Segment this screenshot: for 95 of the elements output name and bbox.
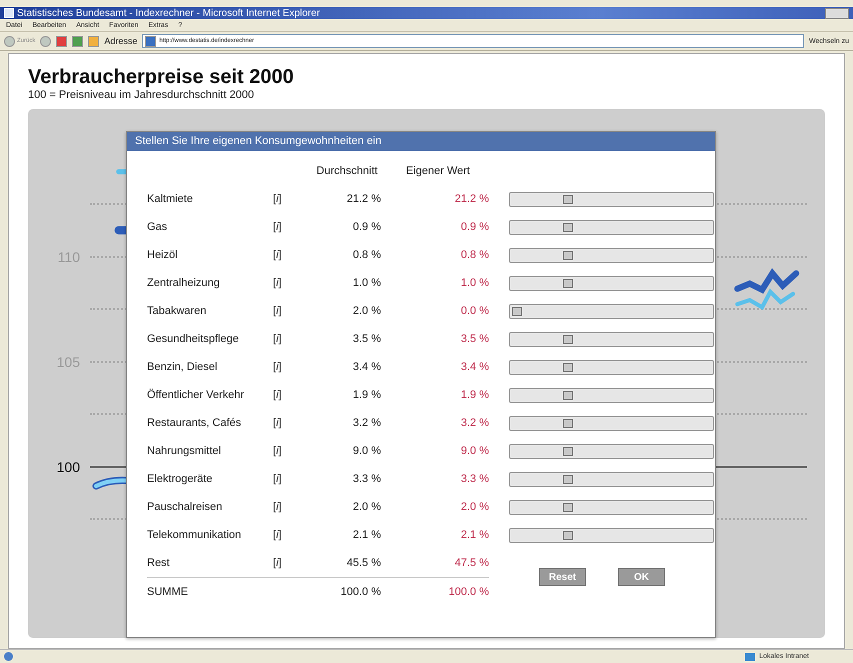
slider-thumb[interactable] [563,334,574,344]
average-value: 1.9 % [352,389,382,401]
slider-thumb[interactable] [563,446,574,456]
info-link[interactable]: [i] [273,277,307,289]
own-value: 2.1 % [460,529,489,541]
dialog-title: Stellen Sie Ihre eigenen Konsumgewohnheiten ein [127,132,715,151]
info-link[interactable]: [i] [273,473,307,485]
info-link[interactable]: [i] [273,249,307,261]
own-value: 3.2 % [460,417,489,429]
own-value: 3.4 % [460,361,489,373]
slider-thumb[interactable] [512,306,522,316]
column-header: Durchschnitt [316,165,378,177]
category-label: Heizöl [147,249,179,261]
category-label: Zentralheizung [147,277,221,289]
average-value: 0.8 % [352,249,382,261]
slider-thumb[interactable] [563,418,574,428]
weight-slider[interactable] [509,248,714,262]
info-link[interactable]: [i] [273,501,307,513]
own-value: 3.5 % [460,333,489,345]
total-label: SUMME [147,586,188,598]
page-subheading: 100 = Preisniveau im Jahresdurchschnitt 2000 [28,89,255,101]
own-value: 0.9 % [460,221,489,233]
average-value: 3.5 % [352,333,382,345]
own-value: 0.0 % [460,305,489,317]
average-total: 100.0 % [340,586,382,598]
category-label: Gesundheitspflege [147,333,240,345]
category-label: Elektrogeräte [147,473,214,485]
page-heading: Verbraucherpreise seit 2000 [28,66,295,89]
average-value: 2.1 % [352,529,382,541]
category-label: Restaurants, Cafés [147,417,242,429]
weight-slider[interactable] [509,304,714,318]
average-value: 1.0 % [352,277,382,289]
average-value: 45.5 % [346,557,382,569]
category-label: Gas [147,221,168,233]
own-value: 3.3 % [460,473,489,485]
address-label: Adresse [104,36,138,46]
slider-thumb[interactable] [563,390,574,400]
category-label: Tabakwaren [147,305,208,317]
weight-slider[interactable] [509,192,714,206]
average-value: 3.4 % [352,361,382,373]
weight-slider[interactable] [509,388,714,402]
weight-slider[interactable] [509,332,714,346]
average-value: 2.0 % [352,305,382,317]
average-value: 9.0 % [352,445,382,457]
own-value: 1.9 % [460,389,489,401]
own-value: 47.5 % [454,557,489,569]
category-label: Öffentlicher Verkehr [147,389,246,401]
own-value: 0.8 % [460,249,489,261]
slider-thumb[interactable] [563,530,574,540]
info-link[interactable]: [i] [273,389,307,401]
weight-slider[interactable] [509,500,714,514]
price-line [734,268,800,294]
info-link[interactable]: [i] [273,333,307,345]
weight-slider[interactable] [509,220,714,234]
average-value: 3.2 % [352,417,382,429]
own-value: 21.2 % [454,193,489,205]
weight-slider[interactable] [509,472,714,486]
window-title: Statistisches Bundesamt - Indexrechner - Microsoft Internet Explorer [17,8,320,18]
average-value: 0.9 % [352,221,382,233]
own-value: 9.0 % [460,445,489,457]
info-link[interactable]: [i] [273,529,307,541]
weight-slider[interactable] [509,360,714,374]
info-link[interactable]: [i] [273,221,307,233]
slider-thumb[interactable] [563,278,574,288]
slider-thumb[interactable] [563,250,574,260]
average-value: 3.3 % [352,473,382,485]
category-label: Kaltmiete [147,193,194,205]
own-value: 1.0 % [460,277,489,289]
price-line [735,288,796,310]
slider-thumb[interactable] [563,222,574,232]
own-value: 2.0 % [460,501,489,513]
average-value: 21.2 % [346,193,382,205]
column-header: Eigener Wert [406,165,470,177]
slider-thumb[interactable] [563,362,574,372]
info-link[interactable]: [i] [273,557,307,569]
weight-slider[interactable] [509,276,714,290]
info-link[interactable]: [i] [273,417,307,429]
category-label: Benzin, Diesel [147,361,218,373]
slider-thumb[interactable] [563,502,574,512]
category-label: Rest [147,557,171,569]
info-link[interactable]: [i] [273,305,307,317]
axis-label: 100 [56,458,80,475]
weight-slider[interactable] [509,444,714,458]
info-link[interactable]: [i] [273,193,307,205]
slider-thumb[interactable] [563,474,574,484]
own-total: 100.0 % [448,586,489,598]
weight-slider[interactable] [509,528,714,542]
slider-thumb[interactable] [563,194,574,204]
category-label: Nahrungsmittel [147,445,222,457]
category-label: Telekommunikation [147,529,242,541]
weight-slider[interactable] [509,416,714,430]
info-link[interactable]: [i] [273,361,307,373]
info-link[interactable]: [i] [273,445,307,457]
category-label: Pauschalreisen [147,501,224,513]
average-value: 2.0 % [352,501,382,513]
